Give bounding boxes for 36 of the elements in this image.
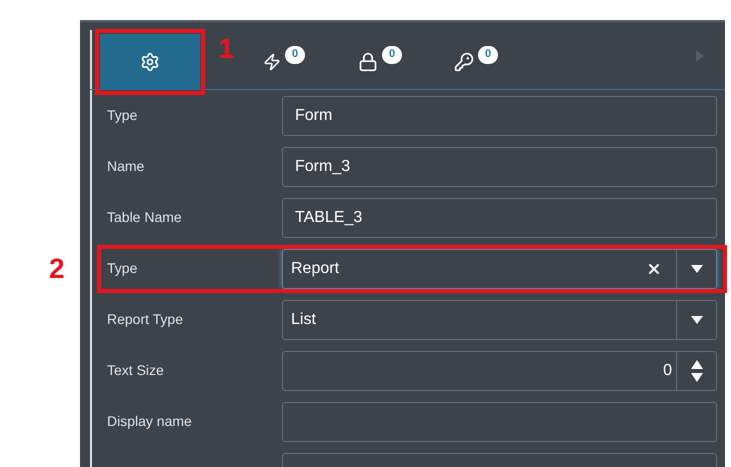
property-label: Text Size bbox=[107, 362, 164, 378]
select-field[interactable]: List bbox=[282, 300, 717, 340]
annotation-number: 1 bbox=[218, 32, 234, 66]
text-field[interactable] bbox=[282, 402, 717, 442]
tab[interactable]: 0 bbox=[332, 34, 428, 90]
text-field[interactable]: Form_3 bbox=[282, 147, 717, 187]
field-value: TABLE_3 bbox=[295, 208, 362, 228]
padlock-icon bbox=[358, 52, 378, 72]
number-field[interactable]: 0 bbox=[282, 351, 717, 391]
field-value: Form_3 bbox=[295, 157, 350, 177]
dropdown-caret-icon[interactable] bbox=[690, 264, 704, 274]
tab[interactable]: 0 bbox=[428, 34, 524, 90]
spinner-arrows-icon[interactable] bbox=[690, 359, 704, 383]
key-icon bbox=[454, 52, 474, 72]
count-badge: 0 bbox=[382, 46, 402, 64]
dropdown-caret-icon[interactable] bbox=[690, 315, 704, 325]
lightning-icon bbox=[263, 52, 281, 70]
field-value: List bbox=[290, 310, 317, 330]
property-label: Type bbox=[107, 107, 138, 123]
settings-icon bbox=[140, 52, 160, 72]
field-value: Report bbox=[290, 259, 340, 279]
tab[interactable]: 0 bbox=[236, 34, 332, 90]
annotation-number: 2 bbox=[49, 252, 65, 286]
select-field[interactable]: Report bbox=[282, 249, 717, 289]
property-label: Table Name bbox=[107, 209, 182, 225]
property-label: Type bbox=[107, 260, 138, 276]
clear-icon[interactable] bbox=[646, 261, 662, 277]
count-badge: 0 bbox=[478, 46, 498, 64]
text-field[interactable]: Form bbox=[282, 96, 717, 136]
text-field[interactable]: TABLE_3 bbox=[282, 198, 717, 238]
field-value: Form bbox=[295, 106, 332, 126]
property-label: Display name bbox=[107, 413, 192, 429]
count-badge: 0 bbox=[285, 46, 305, 64]
field-value: 0 bbox=[662, 361, 673, 381]
property-label: Name bbox=[107, 158, 144, 174]
property-label: Report Type bbox=[107, 311, 184, 327]
